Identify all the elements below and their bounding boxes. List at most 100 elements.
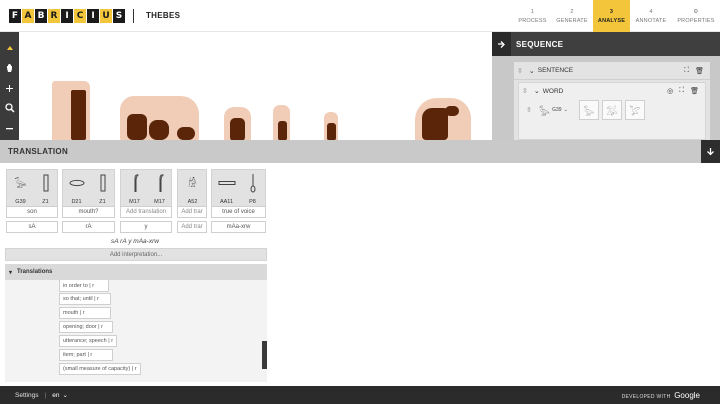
glyph: Z1 [33, 172, 58, 206]
project-name: THEBES [146, 11, 181, 20]
fit-to-screen-icon[interactable]: ⛶ [679, 87, 684, 95]
logo-letter: F [9, 9, 21, 23]
translation-option[interactable]: so that; until | r [59, 293, 111, 305]
glyph-suggestion[interactable]: 𓅮 [601, 100, 622, 120]
reorder-arrows-icon[interactable]: ⇳ [522, 87, 528, 95]
logo-letter: A [22, 9, 34, 23]
trash-icon[interactable]: 🗑 [690, 87, 699, 95]
add-interpretation-button[interactable]: Add interpretation... [5, 248, 267, 261]
step-label: PROPERTIES [677, 17, 715, 24]
word-card: ⇳ ⌄ WORD ◎ ⛶ 🗑 ⇳ 𓅭 G39 ⌄ 𓅭 𓅮 𓅯 [518, 82, 706, 140]
chevron-down-icon: ⌄ [563, 107, 568, 113]
glyph-suggestion[interactable]: 𓅭 [578, 100, 599, 120]
translation-option[interactable]: mouth | r [59, 307, 111, 319]
fabricius-logo[interactable]: F A B R I C I U S [9, 9, 126, 23]
step-label: ANALYSE [597, 17, 626, 24]
glyph-row: ⇳ 𓅭 G39 ⌄ 𓅭 𓅮 𓅯 [519, 99, 705, 121]
papyrus-canvas[interactable] [19, 32, 492, 140]
plus-icon[interactable] [0, 78, 19, 98]
language-select[interactable]: en [52, 392, 59, 399]
trash-icon[interactable]: 🗑 [695, 67, 704, 75]
settings-link[interactable]: Settings [15, 392, 39, 399]
minus-icon[interactable] [0, 118, 19, 138]
meaning-field[interactable]: son [6, 206, 58, 218]
bird-glyph-icon: 𓅭 [538, 106, 551, 117]
glyph-code: G39 [552, 107, 562, 113]
translation-option[interactable]: in order to | r [59, 280, 109, 292]
glyph: Z1 [90, 172, 115, 206]
logo-letter: I [87, 9, 99, 23]
step-generate[interactable]: 2 GENERATE [551, 0, 593, 32]
hand-icon[interactable] [0, 58, 19, 78]
chevron-down-icon[interactable]: ⌄ [534, 87, 540, 95]
reorder-arrows-icon[interactable]: ⇳ [517, 67, 523, 75]
logo-letter: R [48, 9, 60, 23]
translation-option[interactable]: item; part | r [59, 349, 113, 361]
transliteration-field[interactable]: mAa-xrw [211, 221, 266, 233]
step-properties[interactable]: ⚙ PROPERTIES [672, 0, 720, 32]
glyph-group[interactable]: AA11 P8 [211, 169, 266, 207]
fit-to-screen-icon[interactable]: ⛶ [684, 67, 689, 75]
sequence-panel: SEQUENCE ⇳ ⌄ SENTENCE ⛶ 🗑 ⇳ ⌄ WORD ◎ ⛶ 🗑 [492, 32, 720, 140]
glyph-ink [422, 108, 448, 140]
meaning-field[interactable]: true of voice [211, 206, 266, 218]
step-annotate[interactable]: 4 ANNOTATE [630, 0, 672, 32]
transliteration-field[interactable]: y [120, 221, 172, 233]
glyph-code: A52 [187, 199, 198, 205]
translations-section-header[interactable]: ▾ Translations [5, 264, 267, 280]
glyph-selector[interactable]: 𓅭 G39 ⌄ [539, 103, 575, 118]
glyph-suggestion[interactable]: 𓅯 [624, 100, 645, 120]
glyph: M17 [147, 172, 172, 206]
slab-glyph-icon [218, 172, 236, 194]
sequence-header: SEQUENCE [492, 32, 720, 56]
arrow-down-icon[interactable] [701, 140, 720, 163]
translation-option[interactable]: opening; door | r [59, 321, 113, 333]
eye-icon[interactable]: ◎ [667, 87, 673, 95]
translation-title: TRANSLATION [8, 147, 69, 156]
translation-option[interactable]: utterance; speech | r [59, 335, 117, 347]
canvas-toolbar [0, 32, 19, 140]
footer-separator: | [44, 391, 47, 399]
glyph-ink [71, 90, 86, 140]
logo-letter: U [100, 9, 112, 23]
seated-man-glyph-icon: 𓀙 [188, 179, 197, 190]
chevron-down-icon[interactable]: ⌄ [529, 67, 535, 75]
transliteration-field[interactable]: sA [6, 221, 58, 233]
reorder-arrows-icon[interactable]: ⇳ [526, 106, 532, 114]
chevron-up-icon[interactable] [0, 38, 19, 58]
gear-icon: ⚙ [693, 8, 699, 15]
word-header[interactable]: ⇳ ⌄ WORD ◎ ⛶ 🗑 [519, 83, 705, 99]
google-logo: Google [674, 390, 700, 400]
translation-content: 𓅭 G39 Z1 D21 Z1 M17 M17 𓀙 A52 AA11 P8 so… [0, 163, 720, 386]
sentence-header[interactable]: ⇳ ⌄ SENTENCE ⛶ 🗑 [514, 62, 710, 80]
step-analyse[interactable]: 3 ANALYSE [593, 0, 630, 32]
transliteration-field[interactable]: Add trar [177, 221, 207, 233]
arrow-right-icon[interactable] [492, 32, 511, 56]
meaning-field[interactable]: Add translation [120, 206, 172, 218]
transliteration-field[interactable]: rA [62, 221, 115, 233]
glyph-code: G39 [15, 199, 26, 205]
word-label: WORD [542, 87, 564, 95]
glyph-code: AA11 [219, 199, 234, 205]
sentence-card: ⇳ ⌄ SENTENCE ⛶ 🗑 ⇳ ⌄ WORD ◎ ⛶ 🗑 ⇳ 𓅭 G39 … [514, 62, 710, 140]
glyph-group[interactable]: M17 M17 [120, 169, 172, 207]
search-icon[interactable] [0, 98, 19, 118]
chevron-down-icon[interactable]: ⌄ [62, 391, 67, 399]
glyph-group[interactable]: 𓀙 A52 [177, 169, 207, 207]
step-number: 1 [530, 8, 535, 15]
meaning-field[interactable]: Add trar [177, 206, 207, 218]
step-process[interactable]: 1 PROCESS [514, 0, 551, 32]
logo-letter: S [113, 9, 125, 23]
translation-option[interactable]: (small measure of capacity) | r [59, 363, 141, 375]
full-transliteration: sA rA y mAa-xrw [111, 238, 159, 245]
stroke-glyph-icon [37, 172, 55, 194]
glyph-ink [278, 121, 287, 140]
step-number: 3 [609, 8, 614, 15]
glyph: P8 [240, 172, 265, 206]
glyph-group[interactable]: 𓅭 G39 Z1 [6, 169, 58, 207]
sentence-label: SENTENCE [537, 67, 574, 74]
glyph-code: Z1 [42, 199, 49, 205]
meaning-field[interactable]: mouth? [62, 206, 115, 218]
glyph-group[interactable]: D21 Z1 [62, 169, 115, 207]
scrollbar-thumb[interactable] [262, 341, 267, 369]
